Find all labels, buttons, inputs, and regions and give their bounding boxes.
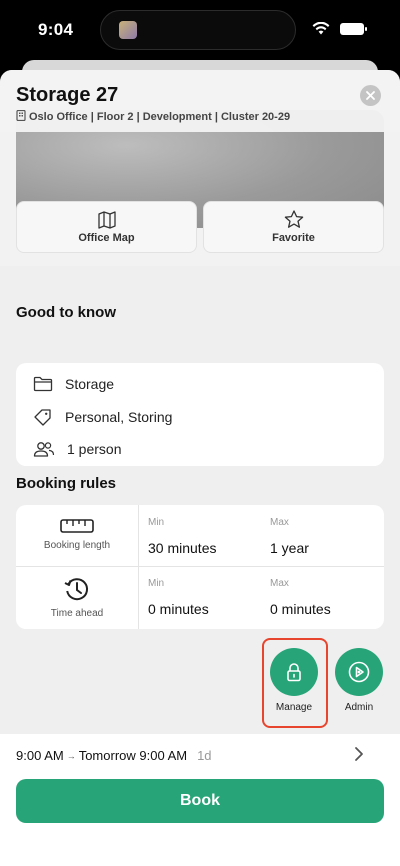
rule-booking-length-min: 30 minutes (148, 540, 217, 556)
sheet-header: Storage 27 Oslo Office | Floor 2 | Devel… (0, 70, 400, 132)
book-button[interactable]: Book (16, 779, 384, 823)
info-row-type: Storage (33, 376, 114, 392)
location-text: Oslo Office | Floor 2 | Development | Cl… (29, 111, 291, 123)
info-type-text: Storage (65, 376, 115, 392)
folder-icon (33, 376, 53, 392)
rule-max-label: Max (270, 578, 289, 589)
rule-booking-length-label: Booking length (43, 540, 111, 551)
rule-booking-length-max: 1 year (270, 540, 309, 556)
rule-row-time-ahead: Time ahead Min 0 minutes Max 0 minutes (16, 567, 384, 628)
action-row: Office Map Favorite (16, 201, 384, 253)
people-icon (33, 442, 55, 457)
booking-start-time: 9:00 AM (16, 748, 64, 763)
booking-duration: 1d (197, 748, 212, 763)
ruler-icon (16, 519, 138, 533)
wifi-icon (312, 21, 330, 40)
close-button[interactable] (360, 85, 381, 106)
info-row-tags: Personal, Storing (33, 408, 172, 426)
rule-row-booking-length: Booking length Min 30 minutes Max 1 year (16, 505, 384, 566)
rule-max-label: Max (270, 517, 289, 528)
manage-highlight-box (262, 638, 328, 728)
status-time: 9:04 (38, 20, 74, 39)
booking-panel: 9:00 AM → Tomorrow 9:00 AM 1d Book (0, 734, 400, 866)
rule-min-label: Min (148, 578, 165, 589)
admin-button[interactable] (335, 648, 383, 696)
info-tags-text: Personal, Storing (65, 409, 173, 425)
rule-time-ahead-max: 0 minutes (270, 601, 331, 617)
booking-rules-title: Booking rules (16, 475, 117, 492)
chevron-right-icon[interactable] (354, 746, 364, 767)
star-icon (284, 210, 303, 228)
favorite-button[interactable]: Favorite (203, 201, 384, 253)
clock-history-icon (16, 575, 138, 603)
admin-icon (348, 661, 370, 683)
booking-rules-card: Booking length Min 30 minutes Max 1 year… (16, 505, 384, 629)
rule-time-ahead-label: Time ahead (50, 608, 104, 619)
office-map-button[interactable]: Office Map (16, 201, 197, 253)
building-icon (16, 109, 26, 124)
booking-end-time: Tomorrow 9:00 AM (78, 748, 188, 763)
info-row-capacity: 1 person (33, 441, 121, 457)
map-icon (97, 210, 116, 229)
close-icon (366, 91, 375, 100)
tag-icon (34, 409, 51, 426)
page-title: Storage 27 (16, 84, 119, 106)
arrow-right-icon: → (66, 750, 76, 761)
battery-icon (340, 23, 367, 35)
dynamic-island (100, 10, 296, 50)
booking-time-selector[interactable]: 9:00 AM → Tomorrow 9:00 AM 1d (16, 748, 384, 763)
rule-time-ahead-min: 0 minutes (148, 601, 209, 617)
info-capacity-text: 1 person (67, 441, 122, 457)
rule-min-label: Min (148, 517, 165, 528)
admin-label: Admin (344, 702, 374, 713)
good-to-know-title: Good to know (16, 304, 116, 321)
status-bar: 9:04 (0, 0, 400, 62)
favorite-label: Favorite (272, 232, 315, 244)
island-app-icon (119, 21, 137, 39)
location-subtitle: Oslo Office | Floor 2 | Development | Cl… (16, 109, 291, 124)
admin-fab-group: Admin (335, 648, 383, 713)
space-detail-sheet: Storage 27 Oslo Office | Floor 2 | Devel… (0, 70, 400, 866)
office-map-label: Office Map (78, 231, 135, 244)
good-to-know-card: Storage Personal, Storing 1 person (16, 363, 384, 466)
